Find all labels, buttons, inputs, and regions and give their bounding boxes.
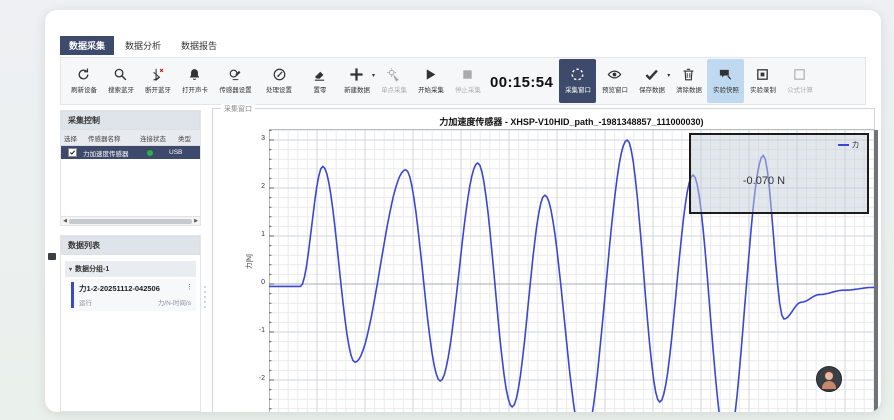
- scroll-left-icon[interactable]: ◀: [61, 218, 69, 224]
- trash-icon: [681, 67, 696, 82]
- scrollbar-thumb[interactable]: [69, 219, 192, 224]
- record-icon: [755, 67, 770, 82]
- y-tick-label: 1: [253, 231, 265, 238]
- gauge-icon: [272, 67, 287, 82]
- collapse-rail-handle-icon[interactable]: [48, 253, 56, 260]
- data-list-body: ▾数据分组-1 力1-2-20251112-042506 ⋮ 运行 力/N-时间/…: [61, 261, 200, 311]
- toolbar-button-formula[interactable]: 公式计算: [781, 59, 818, 103]
- legend-line-swatch-icon: [838, 144, 849, 146]
- bluetooth-off-icon: [150, 67, 165, 82]
- toolbar-button-gauge[interactable]: 处理设置: [257, 59, 301, 103]
- chart-legend: 力: [838, 140, 859, 150]
- item-accent-bar: [71, 282, 74, 308]
- plus-icon: [349, 67, 364, 82]
- play-icon: [423, 67, 438, 82]
- toolbar-button-search[interactable]: 搜索蓝牙: [102, 59, 139, 103]
- column-header: 类型: [175, 130, 199, 145]
- bell-icon: [187, 67, 202, 82]
- sensor-checkbox[interactable]: [68, 148, 77, 157]
- sensor-row[interactable]: 力加速度传感器 USB: [61, 146, 200, 159]
- main-tabs: 数据采集数据分析数据报告: [60, 36, 226, 55]
- toolbar-button-check[interactable]: ▾保存数据: [633, 59, 670, 103]
- sensor-table-body: 力加速度传感器 USB: [61, 146, 200, 159]
- toolbar-button-snapshot[interactable]: 实验快照: [707, 59, 744, 103]
- connection-status-icon: [147, 150, 153, 156]
- hand-point-icon: [386, 67, 401, 82]
- y-tick-label: -1: [253, 327, 265, 334]
- check-icon: [644, 67, 659, 82]
- eraser-icon: [312, 67, 327, 82]
- legend-series-name: 力: [852, 140, 859, 150]
- tab-1[interactable]: 数据采集: [60, 36, 114, 55]
- y-tick-label: -2: [253, 375, 265, 382]
- sensor-settings-icon: [228, 67, 243, 82]
- column-header: 选择: [61, 130, 85, 145]
- toolbar-button-stop[interactable]: 停止采集: [449, 59, 486, 103]
- data-list-panel: 数据列表 ▾数据分组-1 力1-2-20251112-042506 ⋮ 运行 力/…: [60, 235, 201, 412]
- toolbar-button-plus[interactable]: ▾新建数据: [338, 59, 375, 103]
- y-tick-label: 0: [253, 279, 265, 286]
- acquisition-timer: 00:15:54: [490, 62, 553, 91]
- eye-icon: [607, 67, 622, 82]
- expand-caret-icon[interactable]: ▾: [69, 266, 72, 273]
- stop-icon: [460, 67, 475, 82]
- column-header: 连接状态: [137, 130, 175, 145]
- toolbar-button-refresh[interactable]: 刷新设备: [65, 59, 102, 103]
- data-group-header[interactable]: ▾数据分组-1: [65, 261, 196, 277]
- tab-2[interactable]: 数据分析: [116, 36, 170, 55]
- data-item-signal: 力/N-时间/s: [158, 297, 191, 307]
- y-axis-label: 力[N]: [243, 254, 253, 269]
- plot-right-border: [874, 130, 878, 412]
- toolbar-button-trash[interactable]: 清除数据: [670, 59, 707, 103]
- value-readout-box: 力 -0.070 N: [689, 133, 869, 214]
- sensor-type: USB: [169, 149, 182, 156]
- chart-title: 力加速度传感器 - XHSP-V10HID_path_-1981348857_1…: [269, 115, 874, 128]
- y-tick-label: 3: [253, 135, 265, 142]
- y-tick-label: 2: [253, 183, 265, 190]
- toolbar-button-bell[interactable]: 打开声卡: [176, 59, 213, 103]
- groupbox-label: 采集窗口: [221, 104, 255, 114]
- snapshot-icon: [718, 67, 733, 82]
- collection-window-groupbox: 采集窗口 力加速度传感器 - XHSP-V10HID_path_-1981348…: [212, 108, 875, 412]
- toolbar: 刷新设备搜索蓝牙断开蓝牙打开声卡传感器设置处理设置置零▾新建数据单点采集开始采集…: [60, 57, 866, 105]
- toolbar-button-dashed-circle[interactable]: 采集窗口: [559, 59, 596, 103]
- toolbar-button-eye[interactable]: 预览窗口: [596, 59, 633, 103]
- search-icon: [113, 67, 128, 82]
- scroll-right-icon[interactable]: ▶: [192, 218, 200, 224]
- toolbar-button-bluetooth-off[interactable]: 断开蓝牙: [139, 59, 176, 103]
- item-menu-icon[interactable]: ⋮: [186, 283, 193, 291]
- data-list-header: 数据列表: [61, 236, 200, 255]
- data-item-title: 力1-2-20251112-042506: [79, 283, 191, 294]
- toolbar-button-record[interactable]: 实验录制: [744, 59, 781, 103]
- refresh-icon: [76, 67, 91, 82]
- toolbar-button-eraser[interactable]: 置零: [301, 59, 338, 103]
- dashed-circle-icon: [570, 67, 585, 82]
- sensor-table-header: 选择传感器名称连接状态类型: [61, 130, 200, 146]
- collection-control-header: 采集控制: [61, 111, 200, 130]
- data-list-item[interactable]: 力1-2-20251112-042506 ⋮ 运行 力/N-时间/s: [71, 279, 196, 311]
- formula-icon: [792, 67, 807, 82]
- toolbar-button-sensor-settings[interactable]: 传感器设置: [213, 59, 257, 103]
- waveform-plot[interactable]: 力 -0.070 N: [269, 129, 874, 412]
- column-header: 传感器名称: [85, 130, 137, 145]
- horizontal-scrollbar[interactable]: ◀ ▶: [61, 216, 200, 225]
- app-window: 数据采集数据分析数据报告 刷新设备搜索蓝牙断开蓝牙打开声卡传感器设置处理设置置零…: [45, 10, 881, 412]
- panel-splitter[interactable]: [204, 286, 206, 308]
- toolbar-button-play[interactable]: 开始采集: [412, 59, 449, 103]
- data-item-status: 运行: [79, 297, 92, 307]
- assistant-avatar-button[interactable]: [816, 366, 842, 392]
- tab-3[interactable]: 数据报告: [172, 36, 226, 55]
- force-value-readout: -0.070 N: [691, 175, 837, 187]
- collection-control-panel: 采集控制 选择传感器名称连接状态类型 力加速度传感器 USB ◀ ▶: [60, 110, 201, 226]
- sensor-name: 力加速度传感器: [77, 148, 133, 158]
- toolbar-button-hand-point[interactable]: 单点采集: [375, 59, 412, 103]
